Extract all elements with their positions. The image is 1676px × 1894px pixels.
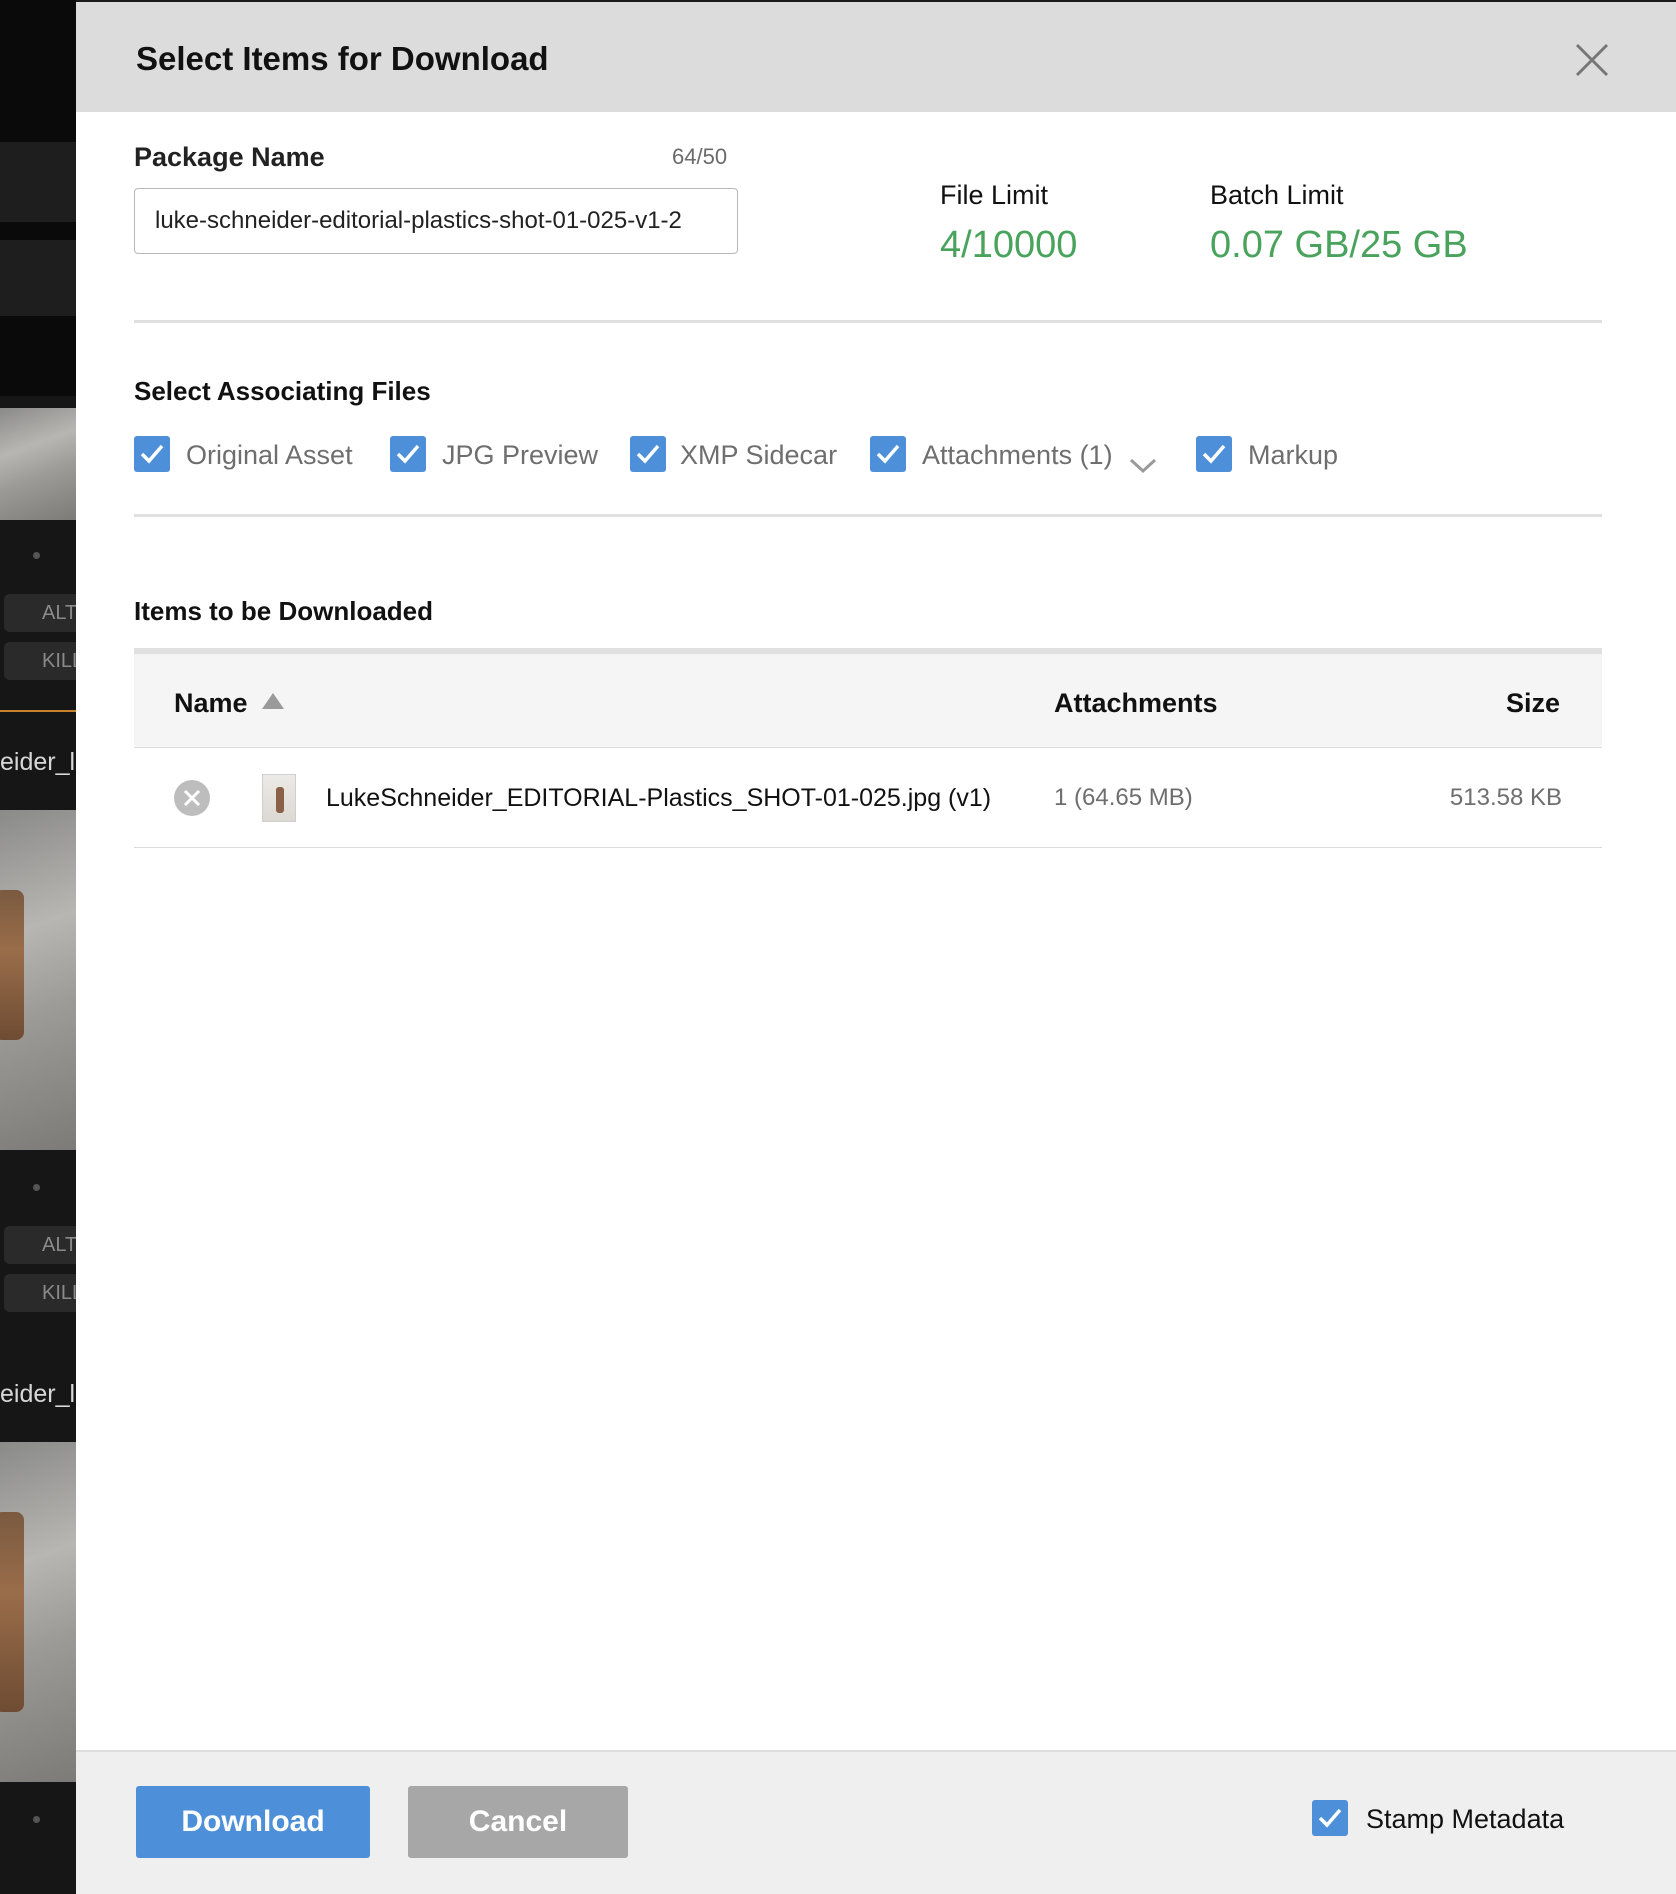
close-icon[interactable] xyxy=(1574,42,1610,78)
remove-item-icon[interactable] xyxy=(174,780,210,816)
background-pill: KILL xyxy=(4,1274,76,1312)
attachments-checkbox[interactable] xyxy=(870,436,906,472)
stamp-metadata-label: Stamp Metadata xyxy=(1366,1804,1565,1834)
background-figure xyxy=(0,890,24,1040)
sort-ascending-icon xyxy=(262,693,285,709)
background-dot xyxy=(33,552,40,559)
attachments-label: Attachments (1) xyxy=(922,440,1113,470)
checkmark-icon xyxy=(1318,1808,1342,1828)
modal-header: Select Items for Download xyxy=(76,0,1676,112)
background-dot xyxy=(33,1816,40,1823)
item-size: 513.58 KB xyxy=(1449,784,1562,811)
jpg-preview-label: JPG Preview xyxy=(442,440,599,470)
file-limit-value: 4/10000 xyxy=(940,224,1078,266)
file-limit-label: File Limit xyxy=(940,180,1049,210)
original-asset-label: Original Asset xyxy=(186,440,353,470)
stamp-metadata-checkbox[interactable] xyxy=(1312,1800,1348,1836)
batch-limit-value: 0.07 GB/25 GB xyxy=(1210,224,1468,266)
table-row: LukeSchneider_EDITORIAL-Plastics_SHOT-01… xyxy=(134,748,1602,848)
modal-footer: Download Cancel Stamp Metadata xyxy=(76,1750,1676,1894)
xmp-sidecar-checkbox[interactable] xyxy=(630,436,666,472)
checkmark-icon xyxy=(396,444,420,464)
item-name: LukeSchneider_EDITORIAL-Plastics_SHOT-01… xyxy=(326,784,992,812)
items-table-header: Name Attachments Size xyxy=(134,648,1602,748)
download-button[interactable]: Download xyxy=(136,1786,370,1858)
column-header-size: Size xyxy=(1505,688,1560,718)
background-asset-strip: ALT KILL eider_l ALT KILL eider_l xyxy=(0,0,76,1894)
column-header-name[interactable]: Name xyxy=(174,688,285,719)
item-thumbnail xyxy=(262,774,296,822)
checkmark-icon xyxy=(140,444,164,464)
batch-limit-label: Batch Limit xyxy=(1210,180,1344,210)
download-modal: Select Items for Download Package Name 6… xyxy=(76,0,1676,1894)
background-thumbnail xyxy=(0,810,76,1150)
background-thumbnail xyxy=(0,408,76,520)
cancel-button[interactable]: Cancel xyxy=(408,1786,628,1858)
background-pill: KILL xyxy=(4,642,76,680)
item-attachments: 1 (64.65 MB) xyxy=(1054,784,1193,811)
background-selection-line xyxy=(0,710,76,712)
background-figure xyxy=(0,1512,24,1712)
checkmark-icon xyxy=(636,444,660,464)
markup-label: Markup xyxy=(1248,440,1339,470)
checkmark-icon xyxy=(876,444,900,464)
section-divider xyxy=(134,320,1602,323)
section-divider xyxy=(134,514,1602,517)
markup-checkbox[interactable] xyxy=(1196,436,1232,472)
background-filename: eider_l xyxy=(0,1380,76,1408)
background-band xyxy=(0,316,76,396)
jpg-preview-checkbox[interactable] xyxy=(390,436,426,472)
background-pill: ALT xyxy=(4,1226,76,1264)
background-band xyxy=(0,142,76,222)
background-pill: ALT xyxy=(4,594,76,632)
xmp-sidecar-label: XMP Sidecar xyxy=(680,440,838,470)
background-band xyxy=(0,0,76,142)
background-band xyxy=(0,222,76,240)
column-header-attachments: Attachments xyxy=(1054,688,1218,718)
checkmark-icon xyxy=(1202,444,1226,464)
background-thumbnail xyxy=(0,1442,76,1782)
thumbnail-figure xyxy=(276,787,284,813)
modal-title: Select Items for Download xyxy=(136,40,549,77)
background-dot xyxy=(33,1184,40,1191)
chevron-down-icon[interactable] xyxy=(1128,456,1158,476)
background-band xyxy=(0,240,76,316)
associating-files-title: Select Associating Files xyxy=(134,376,431,406)
items-title: Items to be Downloaded xyxy=(134,596,434,626)
package-name-counter: 64/50 xyxy=(672,144,728,169)
package-name-label: Package Name xyxy=(134,142,325,172)
background-filename: eider_l xyxy=(0,748,76,776)
package-name-input[interactable] xyxy=(134,188,738,254)
original-asset-checkbox[interactable] xyxy=(134,436,170,472)
column-header-name-label: Name xyxy=(174,688,248,718)
